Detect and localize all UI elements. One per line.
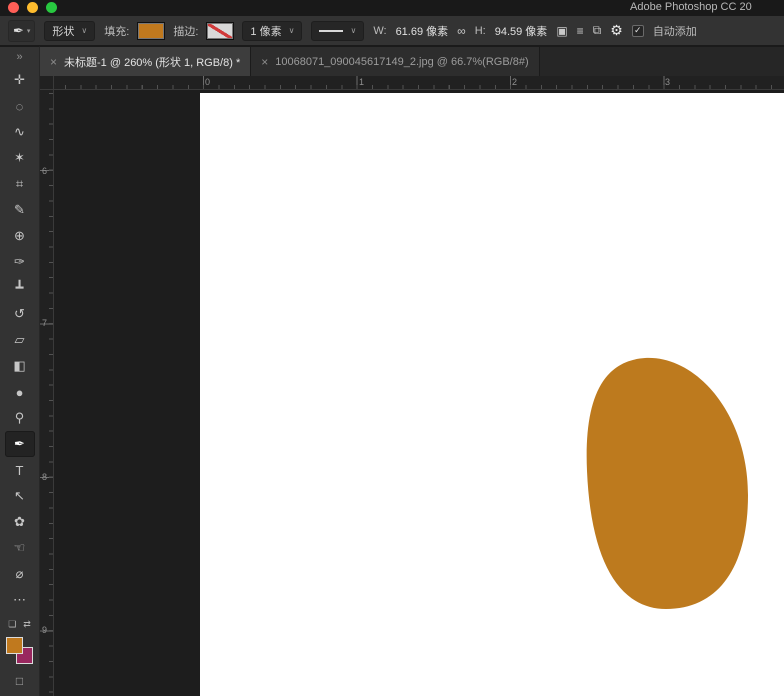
ruler-number: 7 — [42, 318, 47, 328]
blur-tool[interactable]: ● — [5, 379, 35, 405]
chevron-down-icon: ∨ — [289, 26, 295, 35]
zoom-window-button[interactable] — [46, 2, 57, 13]
clone-stamp-tool[interactable]: ┻ — [5, 275, 35, 301]
pen-tool[interactable]: ✒ — [5, 431, 35, 457]
link-dimensions-icon[interactable]: ∞ — [457, 24, 466, 38]
width-label: W: — [373, 25, 386, 37]
horizontal-ruler[interactable]: 0 1 2 3 — [54, 76, 784, 90]
path-operations-icon[interactable]: ▣ — [556, 24, 567, 38]
eraser-tool[interactable]: ▱ — [5, 327, 35, 353]
zoom-tool[interactable]: ⌀ — [5, 561, 35, 587]
move-tool[interactable]: ✛ — [5, 67, 35, 93]
ruler-corner — [40, 76, 54, 90]
healing-brush-tool[interactable]: ⊕ — [5, 223, 35, 249]
document-tab-bar: × 未标题-1 @ 260% (形状 1, RGB/8) * × 1006807… — [40, 46, 784, 76]
brush-tool[interactable]: ✑ — [5, 249, 35, 275]
tools-panel: » ✛ ◌ ∿ ✶ ⌗ ✎ ⊕ ✑ ┻ ↺ ▱ ◧ ● ⚲ ✒ T ↖ ✿ ☜ … — [0, 46, 40, 696]
ellipse-shape[interactable] — [587, 358, 748, 609]
foreground-color-swatch[interactable] — [6, 637, 23, 654]
path-arrangement-icon[interactable]: ⧉ — [593, 23, 602, 38]
stroke-label: 描边: — [173, 23, 198, 39]
path-selection-tool[interactable]: ↖ — [5, 483, 35, 509]
minimize-window-button[interactable] — [27, 2, 38, 13]
dodge-tool[interactable]: ⚲ — [5, 405, 35, 431]
ruler-number: 1 — [359, 77, 364, 87]
stroke-width-select[interactable]: 1 像素 ∨ — [242, 21, 302, 41]
auto-add-label: 自动添加 — [653, 23, 697, 39]
ruler-number: 2 — [512, 77, 517, 87]
height-value[interactable]: 94.59 像素 — [495, 23, 548, 39]
custom-shape-tool[interactable]: ✿ — [5, 509, 35, 535]
canvas-pasteboard[interactable] — [54, 90, 784, 696]
check-icon: ✓ — [634, 25, 642, 36]
expand-panel-icon[interactable]: » — [0, 47, 39, 67]
pen-tool-icon: ✒ — [13, 23, 24, 39]
close-window-button[interactable] — [8, 2, 19, 13]
photoshop-window: Adobe Photoshop CC 20 ✒ ▾ 形状 ∨ 填充: 描边: 1… — [0, 0, 784, 696]
fill-label: 填充: — [104, 23, 129, 39]
tool-preset-picker[interactable]: ✒ ▾ — [8, 20, 35, 42]
traffic-lights — [8, 2, 57, 13]
history-brush-tool[interactable]: ↺ — [5, 301, 35, 327]
chevron-down-icon: ∨ — [350, 26, 356, 35]
magic-wand-tool[interactable]: ✶ — [5, 145, 35, 171]
chevron-down-icon: ▾ — [27, 27, 31, 35]
hand-tool[interactable]: ☜ — [5, 535, 35, 561]
gear-icon[interactable]: ⚙ — [610, 22, 623, 39]
width-value[interactable]: 61.69 像素 — [396, 23, 449, 39]
type-tool[interactable]: T — [5, 457, 35, 483]
gradient-tool[interactable]: ◧ — [5, 353, 35, 379]
auto-add-checkbox[interactable]: ✓ — [632, 25, 644, 37]
eyedropper-tool[interactable]: ✎ — [5, 197, 35, 223]
tab-untitled-1[interactable]: × 未标题-1 @ 260% (形状 1, RGB/8) * — [40, 47, 251, 76]
crop-tool[interactable]: ⌗ — [5, 171, 35, 197]
default-colors-icon[interactable]: ❏ — [8, 619, 16, 630]
shape-layer — [200, 93, 784, 696]
tool-mode-value: 形状 — [52, 23, 74, 39]
tab-10068071-jpg[interactable]: × 10068071_090045617149_2.jpg @ 66.7%(RG… — [251, 47, 539, 76]
tab-label: 10068071_090045617149_2.jpg @ 66.7%(RGB/… — [275, 56, 528, 68]
close-icon[interactable]: × — [261, 55, 268, 69]
lasso-tool[interactable]: ∿ — [5, 119, 35, 145]
ruler-number: 3 — [665, 77, 670, 87]
more-tools-icon[interactable]: ⋯ — [5, 587, 35, 613]
color-swatches — [6, 637, 33, 664]
ruler-number: 8 — [42, 472, 47, 482]
vertical-ruler[interactable]: 6 7 8 9 — [40, 90, 54, 696]
stroke-line-preview — [319, 30, 343, 32]
tab-label: 未标题-1 @ 260% (形状 1, RGB/8) * — [64, 54, 240, 70]
ruler-number: 0 — [205, 77, 210, 87]
window-title: Adobe Photoshop CC 20 — [630, 1, 752, 13]
swap-colors-icon[interactable]: ⇄ — [23, 619, 31, 630]
tool-mode-select[interactable]: 形状 ∨ — [44, 21, 95, 41]
fill-color-swatch[interactable] — [138, 23, 164, 39]
ruler-number: 6 — [42, 166, 47, 176]
titlebar: Adobe Photoshop CC 20 — [0, 0, 784, 16]
height-label: H: — [475, 25, 486, 37]
options-bar: ✒ ▾ 形状 ∨ 填充: 描边: 1 像素 ∨ ∨ W: 61.69 像素 ∞ … — [0, 16, 784, 46]
ruler-number: 9 — [42, 625, 47, 635]
stroke-width-value: 1 像素 — [250, 23, 281, 39]
stroke-color-swatch[interactable] — [207, 23, 233, 39]
quick-mask-icon[interactable]: □ — [16, 674, 23, 688]
close-icon[interactable]: × — [50, 55, 57, 69]
path-alignment-icon[interactable]: ≡ — [577, 24, 584, 38]
marquee-tool[interactable]: ◌ — [5, 93, 35, 119]
stroke-type-select[interactable]: ∨ — [311, 21, 364, 41]
document-canvas[interactable] — [200, 93, 784, 696]
chevron-down-icon: ∨ — [81, 26, 87, 35]
